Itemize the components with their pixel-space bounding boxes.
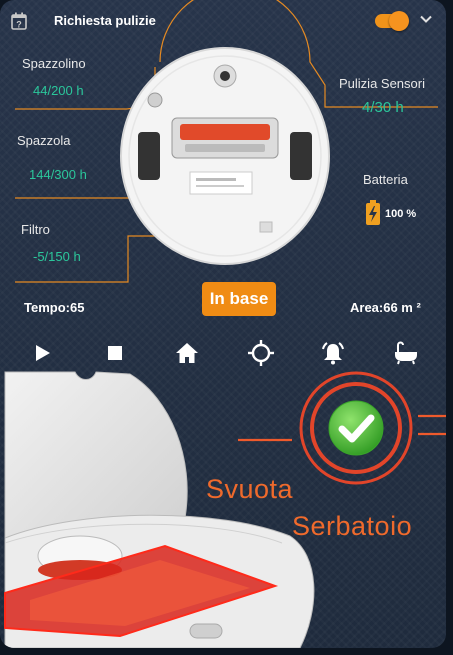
play-icon[interactable]	[29, 340, 55, 366]
battery-value: 100 %	[385, 208, 417, 220]
bathtub-icon[interactable]	[393, 340, 419, 366]
chevron-down-icon[interactable]	[419, 12, 433, 26]
calendar-help-icon: ?	[11, 12, 27, 30]
sensors-label: Pulizia Sensori	[339, 76, 425, 91]
brush-main-label: Spazzola	[17, 133, 71, 148]
stop-icon[interactable]	[102, 340, 128, 366]
robot-vacuum-image	[120, 47, 330, 265]
clean-area: Area:66 m ²	[350, 300, 421, 315]
vacuum-card: ? Richiesta pulizie Spazzolino 44/200 h …	[0, 0, 446, 648]
empty-bin-line1: Svuota	[206, 474, 294, 504]
empty-bin-line2: Serbatoio	[292, 511, 413, 541]
toggle-knob	[389, 11, 409, 31]
svg-text:?: ?	[16, 20, 22, 30]
clean-time: Tempo:65	[24, 300, 85, 315]
clean-request-toggle[interactable]	[375, 11, 409, 31]
sensors-value: 4/30 h	[362, 99, 404, 116]
card-title: Richiesta pulizie	[54, 13, 156, 28]
status-badge: In base	[202, 282, 276, 316]
home-icon[interactable]	[174, 340, 200, 366]
brush-main-value: 144/300 h	[29, 167, 87, 182]
filter-value: -5/150 h	[33, 249, 81, 264]
battery-label: Batteria	[363, 172, 408, 187]
locate-icon[interactable]	[248, 340, 274, 366]
alarm-bell-icon[interactable]	[320, 340, 346, 366]
filter-label: Filtro	[21, 222, 50, 237]
dock-bin-image	[4, 371, 446, 648]
brush-small-label: Spazzolino	[22, 56, 86, 71]
brush-small-value: 44/200 h	[33, 83, 84, 98]
battery-charging-icon	[366, 200, 380, 225]
